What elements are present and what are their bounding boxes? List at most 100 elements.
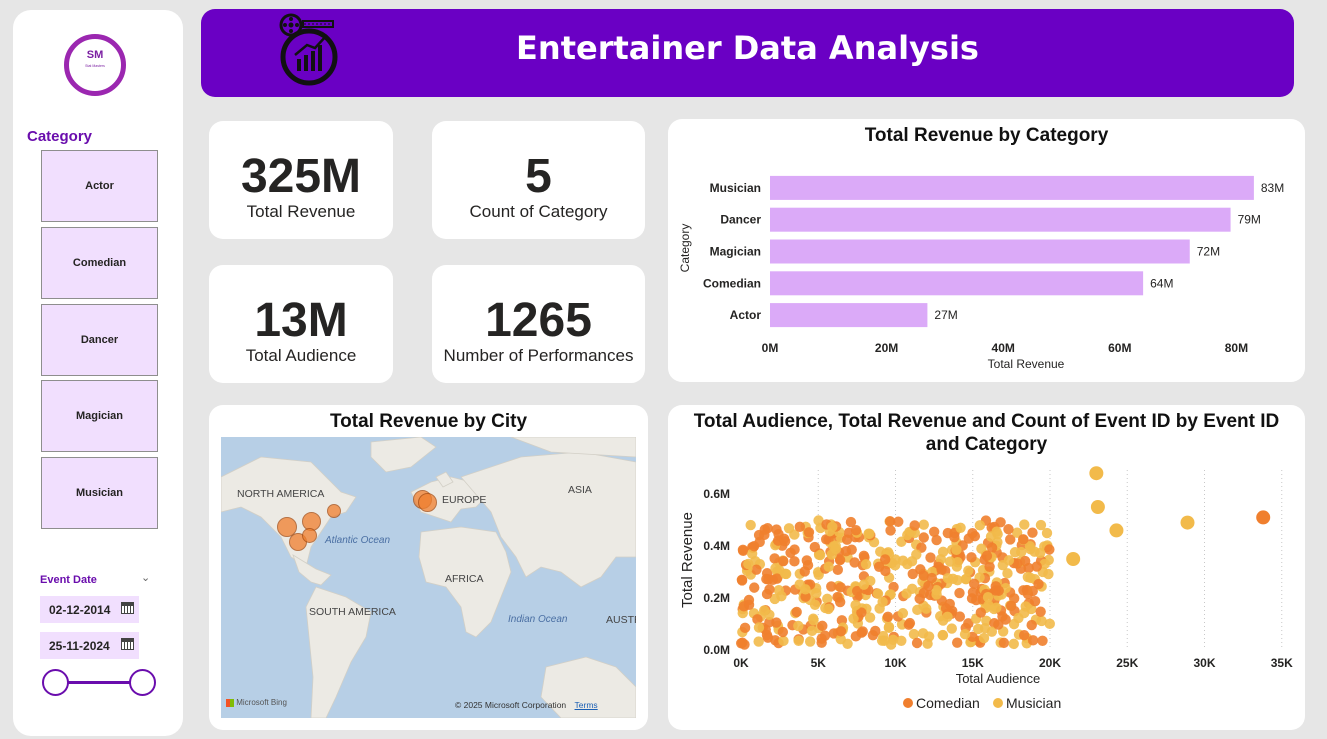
x-tick-label: 20K — [1039, 656, 1061, 670]
map-label-indian-ocean: Indian Ocean — [508, 614, 568, 625]
audience-revenue-scatter-chart[interactable]: Total Audience, Total Revenue and Count … — [668, 405, 1305, 730]
legend-marker — [993, 698, 1003, 708]
scatter-point — [780, 568, 791, 579]
scatter-point — [925, 552, 936, 563]
kpi-card-number-of-performances: 1265 Number of Performances — [432, 265, 645, 383]
scatter-point — [944, 556, 956, 567]
scatter-point — [974, 520, 986, 531]
scatter-point — [800, 584, 811, 595]
scatter-point — [773, 528, 784, 540]
scatter-point — [893, 516, 904, 527]
scatter-point — [850, 525, 862, 536]
category-slicer-dancer[interactable]: Dancer — [41, 304, 158, 376]
header-banner: Entertainer Data Analysis — [201, 9, 1294, 97]
scatter-point — [771, 617, 782, 628]
category-slicer-magician[interactable]: Magician — [41, 380, 158, 452]
x-axis-label: Total Revenue — [988, 357, 1065, 371]
end-date-input[interactable]: 25-11-2024 — [40, 632, 139, 659]
scatter-point — [937, 546, 949, 558]
revenue-by-city-map[interactable]: Total Revenue by City NORTH AMERICA EURO… — [209, 405, 648, 730]
scatter-point — [1089, 466, 1104, 481]
date-slider-start-handle[interactable] — [42, 669, 69, 696]
bar — [770, 207, 1231, 232]
scatter-point — [1005, 600, 1017, 611]
scatter-point — [754, 536, 765, 548]
category-slicer-musician[interactable]: Musician — [41, 457, 158, 529]
scatter-point — [806, 625, 818, 637]
x-tick-label: 25K — [1116, 656, 1138, 670]
x-tick-label: 5K — [811, 656, 827, 670]
scatter-point — [834, 596, 846, 608]
kpi-label: Total Audience — [245, 346, 357, 365]
city-bubble[interactable] — [418, 493, 437, 512]
scatter-point — [877, 596, 888, 608]
scatter-point — [1018, 630, 1030, 641]
bing-attribution: Microsoft Bing — [226, 698, 287, 707]
scatter-point — [921, 603, 932, 614]
calendar-icon[interactable] — [121, 602, 134, 614]
scatter-point — [1035, 519, 1047, 531]
terms-link[interactable]: Terms — [575, 700, 598, 710]
scatter-point — [926, 572, 938, 584]
scatter-point — [942, 611, 953, 622]
scatter-point — [860, 559, 872, 570]
x-tick-label: 0M — [762, 341, 779, 355]
city-bubble[interactable] — [327, 504, 341, 518]
bar-category-label: Comedian — [703, 276, 761, 290]
category-slicer-comedian[interactable]: Comedian — [41, 227, 158, 299]
map-canvas[interactable]: NORTH AMERICA EUROPE ASIA AFRICA SOUTH A… — [221, 437, 636, 718]
scatter-point — [835, 626, 847, 637]
scatter-point — [764, 609, 775, 620]
chevron-down-icon[interactable]: ⌄ — [141, 571, 150, 584]
scatter-point — [931, 589, 942, 600]
scatter-point — [991, 602, 1002, 613]
legend-label: Musician — [1006, 695, 1061, 711]
scatter-point — [909, 520, 920, 531]
scatter-point — [897, 555, 909, 566]
map-label-atlantic-ocean: Atlantic Ocean — [325, 535, 391, 546]
sidebar: SM Stat Masters Category Actor Comedian … — [13, 10, 183, 736]
start-date-input[interactable]: 02-12-2014 — [40, 596, 139, 623]
map-copyright: © 2025 Microsoft Corporation Terms — [455, 700, 598, 710]
scatter-plot: 0K 5K 10K 15K 20K 25K 30K 35K 0.0M 0.2M 0.4M 0.6M To… — [679, 466, 1293, 711]
scatter-point — [896, 635, 907, 646]
scatter-point — [759, 524, 771, 535]
scatter-point — [931, 534, 942, 546]
scatter-point — [873, 561, 885, 573]
kpi-label: Total Revenue — [246, 202, 356, 221]
event-date-title: Event Date — [40, 574, 97, 586]
scatter-point — [808, 615, 819, 626]
bar-chart-plot: Musician 83M Dancer 79M Magician 72M Comedian 6… — [678, 175, 1284, 371]
category-slicer-actor[interactable]: Actor — [41, 150, 158, 222]
kpi-label: Number of Performances — [443, 346, 634, 365]
scatter-point — [794, 521, 806, 533]
scatter-point — [770, 563, 781, 574]
calendar-icon[interactable] — [121, 638, 134, 650]
x-tick-label: 10K — [884, 656, 906, 670]
x-tick-label: 0K — [733, 656, 749, 670]
scatter-point — [970, 594, 982, 606]
scatter-point — [776, 590, 787, 602]
bar — [770, 271, 1144, 296]
scatter-point — [1044, 544, 1055, 555]
kpi-value: 5 — [525, 150, 552, 203]
kpi-card-count-of-category: 5 Count of Category — [432, 121, 645, 239]
copyright-text: © 2025 Microsoft Corporation — [455, 700, 567, 710]
scatter-point — [966, 552, 977, 563]
x-axis-label: Total Audience — [956, 671, 1041, 686]
scatter-point — [918, 532, 929, 543]
y-axis-label: Total Revenue — [679, 512, 696, 608]
scatter-point — [785, 547, 796, 558]
date-slider-end-handle[interactable] — [129, 669, 156, 696]
scatter-point — [936, 564, 947, 575]
scatter-point — [737, 637, 748, 648]
scatter-point — [1019, 519, 1030, 530]
y-axis-label: Category — [678, 224, 692, 273]
scatter-point — [739, 622, 751, 634]
revenue-by-category-chart[interactable]: Total Revenue by Category Musician 83M Dan… — [668, 119, 1305, 382]
scatter-point — [1066, 552, 1081, 566]
scatter-point — [736, 575, 748, 586]
y-tick-label: 0.6M — [703, 487, 730, 501]
scatter-point — [918, 519, 930, 530]
city-bubble[interactable] — [302, 528, 317, 543]
